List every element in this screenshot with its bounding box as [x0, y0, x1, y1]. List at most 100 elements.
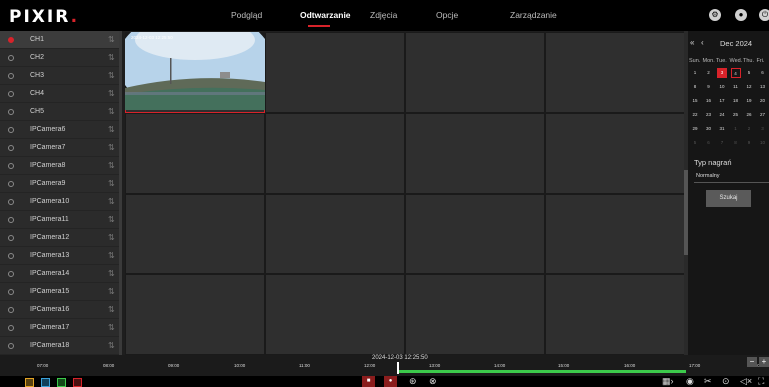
- prev-year-button[interactable]: «: [690, 38, 694, 47]
- stream-switch-icon[interactable]: ⇅: [108, 270, 115, 278]
- video-cell[interactable]: [545, 112, 685, 194]
- stream-switch-icon[interactable]: ⇅: [108, 342, 115, 350]
- calendar-day[interactable]: 26: [744, 110, 754, 120]
- calendar-day[interactable]: 10: [717, 82, 727, 92]
- calendar-day[interactable]: 8: [731, 138, 741, 148]
- calendar-day[interactable]: 16: [704, 96, 714, 106]
- video-cell[interactable]: [125, 193, 265, 275]
- user-icon[interactable]: ●: [735, 9, 747, 21]
- camera-item[interactable]: IPCamera8 ⇅: [0, 157, 119, 175]
- stream-switch-icon[interactable]: ⇅: [108, 252, 115, 260]
- stream-switch-icon[interactable]: ⇅: [108, 288, 115, 296]
- video-cell[interactable]: [405, 193, 545, 275]
- camera-item[interactable]: IPCamera7 ⇅: [0, 139, 119, 157]
- video-cell[interactable]: [265, 193, 405, 275]
- camera-item[interactable]: IPCamera9 ⇅: [0, 175, 119, 193]
- camera-item[interactable]: IPCamera17 ⇅: [0, 319, 119, 337]
- camera-item[interactable]: CH4 ⇅: [0, 85, 119, 103]
- layout-16-icon[interactable]: [73, 378, 82, 387]
- calendar-day[interactable]: 19: [744, 96, 754, 106]
- calendar-day[interactable]: 8: [690, 82, 700, 92]
- video-cell[interactable]: [265, 274, 405, 355]
- calendar-day[interactable]: 10: [758, 138, 768, 148]
- video-cell[interactable]: [265, 112, 405, 194]
- clip-icon[interactable]: ✂: [704, 376, 712, 387]
- calendar-day[interactable]: 5: [690, 138, 700, 148]
- video-cell[interactable]: [545, 193, 685, 275]
- calendar-day[interactable]: 20: [758, 96, 768, 106]
- record-type-select[interactable]: Normalny: [694, 170, 769, 183]
- calendar-day[interactable]: 23: [704, 110, 714, 120]
- pause-button[interactable]: ●: [384, 376, 397, 387]
- calendar-day[interactable]: 2: [744, 124, 754, 134]
- camera-item[interactable]: IPCamera15 ⇅: [0, 283, 119, 301]
- calendar-day[interactable]: 31: [717, 124, 727, 134]
- search-button[interactable]: Szukaj: [706, 190, 751, 207]
- video-cell[interactable]: [265, 32, 405, 113]
- calendar-day[interactable]: 6: [704, 138, 714, 148]
- camera-item[interactable]: IPCamera16 ⇅: [0, 301, 119, 319]
- zoom-out-button[interactable]: −: [747, 357, 757, 367]
- calendar-day[interactable]: 2: [704, 68, 714, 78]
- video-cell[interactable]: [125, 274, 265, 355]
- stream-switch-icon[interactable]: ⇅: [108, 108, 115, 116]
- calendar-day[interactable]: 17: [717, 96, 727, 106]
- video-cell[interactable]: [545, 274, 685, 355]
- nav-zdjecia[interactable]: Zdjęcia: [370, 10, 397, 20]
- zoom-in-button[interactable]: +: [759, 357, 769, 367]
- camera-item[interactable]: IPCamera18 ⇅: [0, 337, 119, 355]
- calendar-day[interactable]: 22: [690, 110, 700, 120]
- stream-switch-icon[interactable]: ⇅: [108, 324, 115, 332]
- calendar-day[interactable]: 27: [758, 110, 768, 120]
- calendar-day[interactable]: 7: [717, 138, 727, 148]
- video-cell[interactable]: [125, 112, 265, 194]
- camera-item[interactable]: IPCamera13 ⇅: [0, 247, 119, 265]
- calendar-day[interactable]: 13: [758, 82, 768, 92]
- calendar-day[interactable]: 15: [690, 96, 700, 106]
- snapshot-icon[interactable]: ◉: [686, 376, 694, 387]
- camera-item[interactable]: CH3 ⇅: [0, 67, 119, 85]
- calendar-day[interactable]: 12: [744, 82, 754, 92]
- download-icon[interactable]: ⊙: [722, 376, 730, 387]
- nav-zarzadzanie[interactable]: Zarządzanie: [510, 10, 557, 20]
- stream-switch-icon[interactable]: ⇅: [108, 126, 115, 134]
- camera-item[interactable]: IPCamera6 ⇅: [0, 121, 119, 139]
- calendar-day[interactable]: 6: [758, 68, 768, 78]
- stream-switch-icon[interactable]: ⇅: [108, 162, 115, 170]
- stream-switch-icon[interactable]: ⇅: [108, 90, 115, 98]
- layout-9-icon[interactable]: [57, 378, 66, 387]
- calendar-day[interactable]: 18: [731, 96, 741, 106]
- camera-item[interactable]: IPCamera14 ⇅: [0, 265, 119, 283]
- stream-switch-icon[interactable]: ⇅: [108, 216, 115, 224]
- calendar-day[interactable]: 9: [744, 138, 754, 148]
- calendar-day[interactable]: 4: [730, 68, 741, 78]
- stream-switch-icon[interactable]: ⇅: [108, 198, 115, 206]
- audio-icon[interactable]: ◁×: [740, 376, 752, 387]
- video-cell[interactable]: [405, 112, 545, 194]
- video-cell[interactable]: [405, 274, 545, 355]
- calendar-day[interactable]: 29: [690, 124, 700, 134]
- video-cell[interactable]: [405, 32, 545, 113]
- stream-switch-icon[interactable]: ⇅: [108, 72, 115, 80]
- prev-month-button[interactable]: ‹: [701, 38, 704, 47]
- calendar-day[interactable]: 3: [717, 68, 727, 78]
- calendar-day[interactable]: 30: [704, 124, 714, 134]
- stream-switch-icon[interactable]: ⇅: [108, 36, 115, 44]
- calendar-day[interactable]: 9: [704, 82, 714, 92]
- calendar-day[interactable]: 24: [717, 110, 727, 120]
- camera-item[interactable]: IPCamera12 ⇅: [0, 229, 119, 247]
- calendar-day[interactable]: 1: [690, 68, 700, 78]
- nav-opcje[interactable]: Opcje: [436, 10, 458, 20]
- calendar-day[interactable]: 3: [758, 124, 768, 134]
- stream-switch-icon[interactable]: ⇅: [108, 54, 115, 62]
- camera-list-scrollbar[interactable]: [119, 31, 122, 355]
- calendar-day[interactable]: 1: [731, 124, 741, 134]
- layout-menu-icon[interactable]: ▦›: [662, 376, 674, 387]
- stream-switch-icon[interactable]: ⇅: [108, 234, 115, 242]
- power-icon[interactable]: ⏻: [759, 9, 769, 21]
- settings-icon[interactable]: ⚙: [709, 9, 721, 21]
- camera-item[interactable]: IPCamera11 ⇅: [0, 211, 119, 229]
- camera-item[interactable]: CH2 ⇅: [0, 49, 119, 67]
- camera-item[interactable]: IPCamera10 ⇅: [0, 193, 119, 211]
- fast-play-icon[interactable]: ⊗: [429, 376, 437, 387]
